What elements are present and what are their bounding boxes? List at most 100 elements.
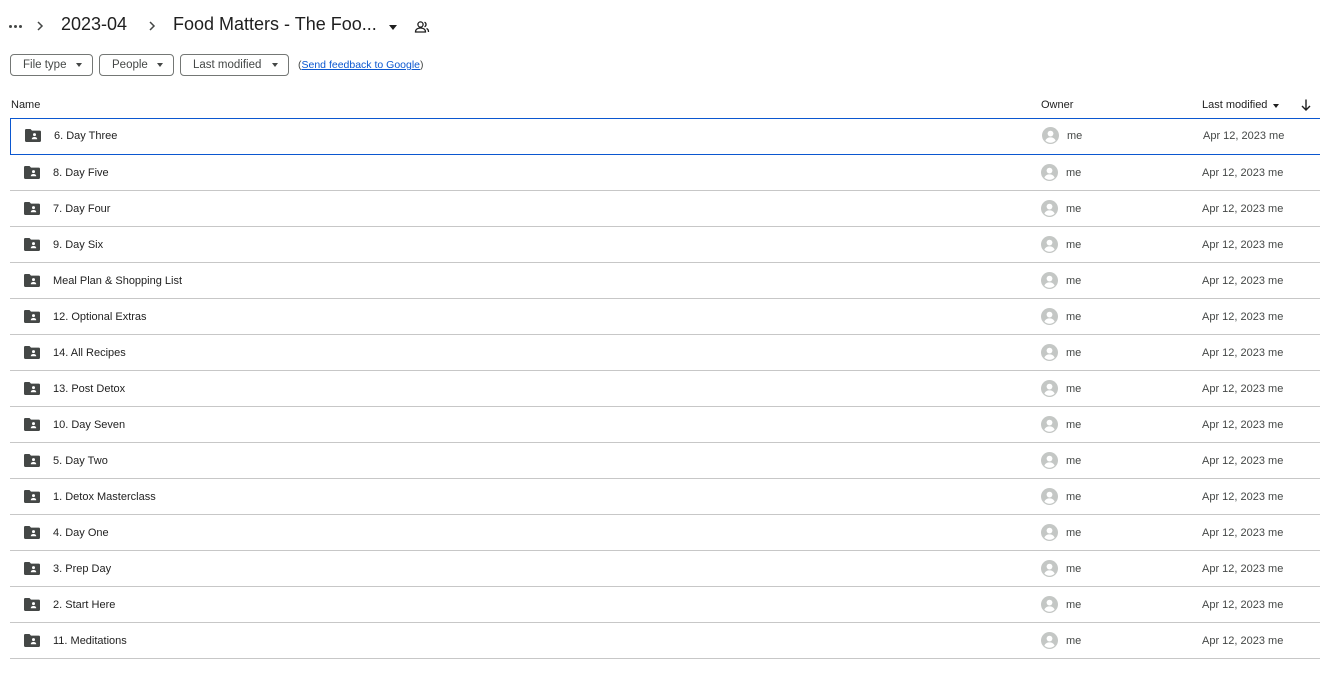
caret-down-icon xyxy=(76,63,82,67)
account-circle-icon xyxy=(1041,488,1058,505)
shared-folder-icon xyxy=(24,346,40,359)
table-row[interactable]: 12. Optional Extras me Apr 12, 2023 me xyxy=(10,299,1320,335)
send-feedback-link[interactable]: Send feedback to Google xyxy=(302,59,421,71)
people-filter[interactable]: People xyxy=(99,54,174,76)
file-owner: me xyxy=(1066,203,1082,215)
shared-folder-icon xyxy=(24,418,40,431)
file-type-filter[interactable]: File type xyxy=(10,54,93,76)
file-owner: me xyxy=(1066,347,1082,359)
file-last-modified: Apr 12, 2023 me xyxy=(1202,635,1284,647)
table-row[interactable]: 9. Day Six me Apr 12, 2023 me xyxy=(10,227,1320,263)
shared-folder-icon xyxy=(24,454,40,467)
table-row[interactable]: 10. Day Seven me Apr 12, 2023 me xyxy=(10,407,1320,443)
account-circle-icon xyxy=(1041,236,1058,253)
file-last-modified: Apr 12, 2023 me xyxy=(1202,167,1284,179)
breadcrumb-item-current[interactable]: Food Matters - The Foo... xyxy=(173,14,377,35)
caret-down-icon[interactable] xyxy=(386,20,400,34)
table-row[interactable]: 4. Day One me Apr 12, 2023 me xyxy=(10,515,1320,551)
shared-folder-icon xyxy=(24,490,40,503)
file-owner: me xyxy=(1066,239,1082,251)
file-name: 3. Prep Day xyxy=(53,563,112,575)
table-row[interactable]: Meal Plan & Shopping List me Apr 12, 202… xyxy=(10,263,1320,299)
account-circle-icon xyxy=(1041,344,1058,361)
file-last-modified: Apr 12, 2023 me xyxy=(1202,419,1284,431)
file-owner: me xyxy=(1066,167,1082,179)
last-modified-filter-label: Last modified xyxy=(193,59,262,71)
file-last-modified: Apr 12, 2023 me xyxy=(1202,563,1284,575)
file-last-modified: Apr 12, 2023 me xyxy=(1202,491,1284,503)
shared-folder-icon xyxy=(24,238,40,251)
table-row[interactable]: 1. Detox Masterclass me Apr 12, 2023 me xyxy=(10,479,1320,515)
file-last-modified: Apr 12, 2023 me xyxy=(1202,347,1284,359)
file-last-modified: Apr 12, 2023 me xyxy=(1202,203,1284,215)
arrow-down-icon[interactable] xyxy=(1300,98,1312,112)
table-row[interactable]: 13. Post Detox me Apr 12, 2023 me xyxy=(10,371,1320,407)
account-circle-icon xyxy=(1041,200,1058,217)
file-name: 5. Day Two xyxy=(53,455,108,467)
file-owner: me xyxy=(1066,527,1082,539)
shared-folder-icon xyxy=(24,634,40,647)
file-last-modified: Apr 12, 2023 me xyxy=(1202,311,1284,323)
account-circle-icon xyxy=(1041,272,1058,289)
column-header-name[interactable]: Name xyxy=(11,99,40,111)
shared-folder-icon xyxy=(24,382,40,395)
file-name: 13. Post Detox xyxy=(53,383,126,395)
shared-people-icon[interactable] xyxy=(414,19,430,35)
shared-folder-icon xyxy=(25,129,41,142)
account-circle-icon xyxy=(1041,632,1058,649)
file-owner: me xyxy=(1066,455,1082,467)
file-name: 6. Day Three xyxy=(54,130,118,142)
file-last-modified: Apr 12, 2023 me xyxy=(1202,527,1284,539)
chevron-right-icon xyxy=(149,21,156,31)
account-circle-icon xyxy=(1041,416,1058,433)
file-owner: me xyxy=(1066,383,1082,395)
more-horiz-icon[interactable] xyxy=(6,16,24,36)
people-filter-label: People xyxy=(112,59,148,71)
chevron-right-icon xyxy=(37,21,44,31)
file-type-filter-label: File type xyxy=(23,59,67,71)
file-name: 9. Day Six xyxy=(53,239,104,251)
table-row[interactable]: 11. Meditations me Apr 12, 2023 me xyxy=(10,623,1320,659)
column-header-owner: Owner xyxy=(1041,99,1074,111)
table-row[interactable]: 8. Day Five me Apr 12, 2023 me xyxy=(10,155,1320,191)
account-circle-icon xyxy=(1041,596,1058,613)
caret-down-icon[interactable] xyxy=(1273,104,1279,108)
file-list: 6. Day Three me Apr 12, 2023 me 8. Day F… xyxy=(10,118,1320,659)
table-row[interactable]: 14. All Recipes me Apr 12, 2023 me xyxy=(10,335,1320,371)
table-row[interactable]: 2. Start Here me Apr 12, 2023 me xyxy=(10,587,1320,623)
file-owner: me xyxy=(1066,311,1082,323)
shared-folder-icon xyxy=(24,598,40,611)
file-name: 11. Meditations xyxy=(53,635,127,647)
file-name: 12. Optional Extras xyxy=(53,311,147,323)
shared-folder-icon xyxy=(24,310,40,323)
account-circle-icon xyxy=(1042,127,1059,144)
column-header-last-modified[interactable]: Last modified xyxy=(1202,99,1267,111)
file-name: 14. All Recipes xyxy=(53,347,126,359)
file-name: Meal Plan & Shopping List xyxy=(53,275,183,287)
account-circle-icon xyxy=(1041,380,1058,397)
account-circle-icon xyxy=(1041,164,1058,181)
file-owner: me xyxy=(1066,599,1082,611)
caret-down-icon xyxy=(157,63,163,67)
file-last-modified: Apr 12, 2023 me xyxy=(1202,275,1284,287)
table-row[interactable]: 5. Day Two me Apr 12, 2023 me xyxy=(10,443,1320,479)
file-list-header: Name Owner Last modified xyxy=(0,92,1320,119)
file-owner: me xyxy=(1066,635,1082,647)
breadcrumb: 2023-04 Food Matters - The Foo... xyxy=(0,0,1320,54)
caret-down-icon xyxy=(272,63,278,67)
table-row[interactable]: 3. Prep Day me Apr 12, 2023 me xyxy=(10,551,1320,587)
last-modified-filter[interactable]: Last modified xyxy=(180,54,289,76)
file-name: 7. Day Four xyxy=(53,203,111,215)
shared-folder-icon xyxy=(24,526,40,539)
file-owner: me xyxy=(1066,275,1082,287)
table-row[interactable]: 7. Day Four me Apr 12, 2023 me xyxy=(10,191,1320,227)
account-circle-icon xyxy=(1041,308,1058,325)
file-last-modified: Apr 12, 2023 me xyxy=(1202,455,1284,467)
shared-folder-icon xyxy=(24,202,40,215)
file-last-modified: Apr 12, 2023 me xyxy=(1202,599,1284,611)
table-row[interactable]: 6. Day Three me Apr 12, 2023 me xyxy=(10,118,1320,155)
shared-folder-icon xyxy=(24,166,40,179)
feedback-paren-close: ) xyxy=(420,59,424,71)
file-owner: me xyxy=(1066,563,1082,575)
breadcrumb-item-folder[interactable]: 2023-04 xyxy=(61,14,127,35)
